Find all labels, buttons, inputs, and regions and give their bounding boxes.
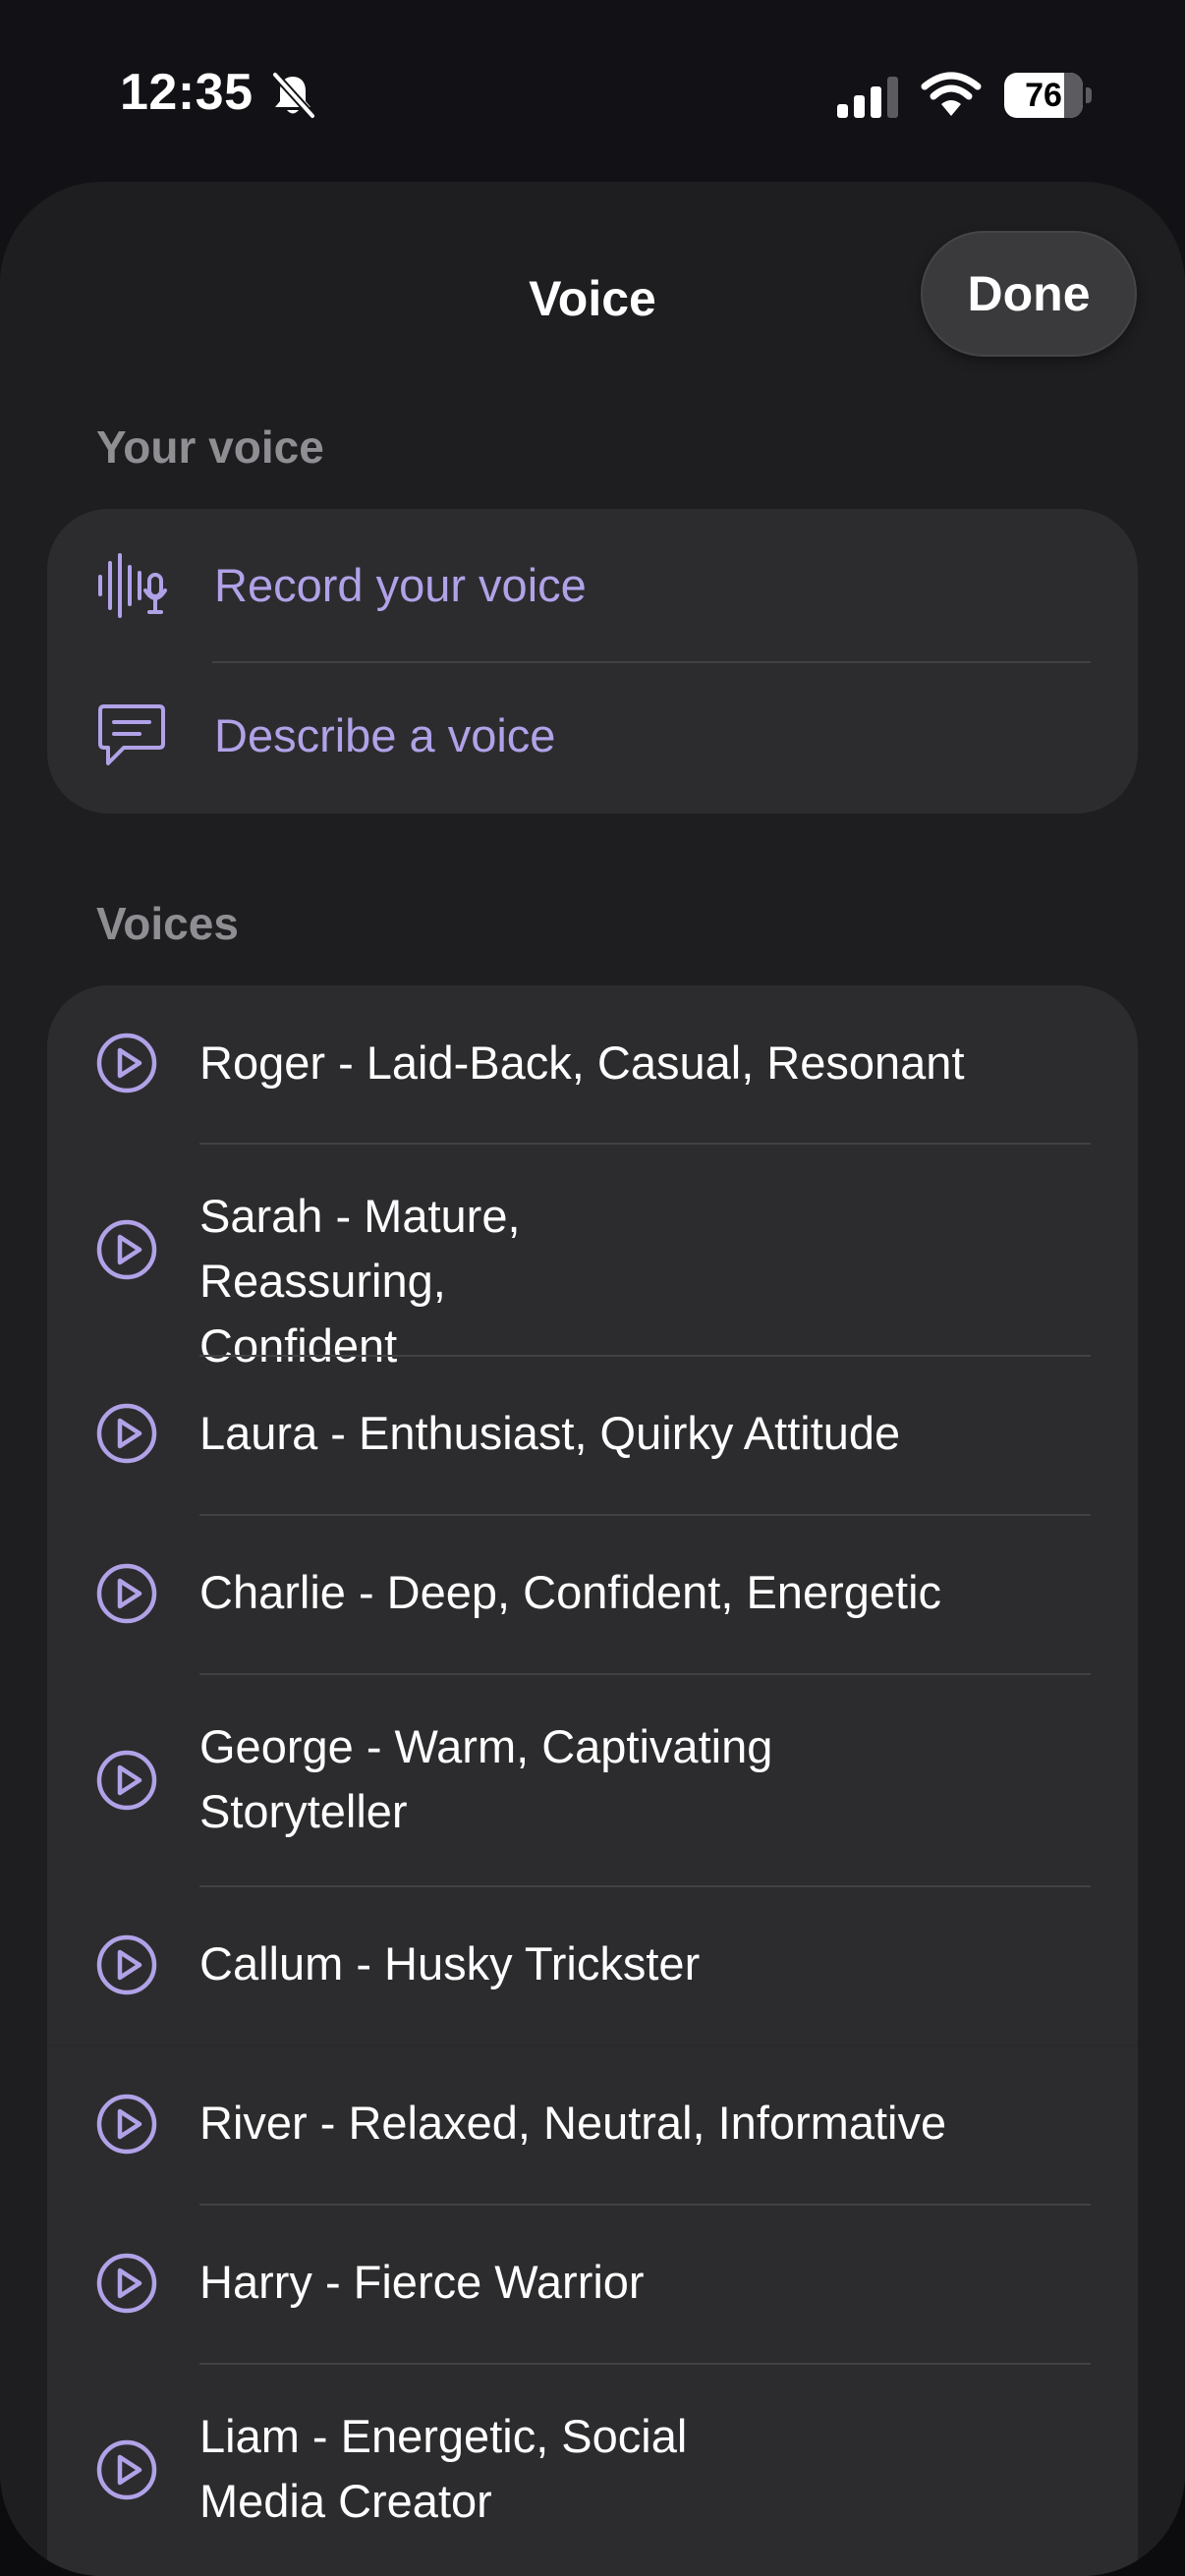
- play-circle-icon[interactable]: [96, 2094, 157, 2155]
- battery-body: 76: [1004, 73, 1083, 118]
- screen: 12:35 76 Voice Done Your voice Record yo…: [0, 0, 1185, 2576]
- play-circle-icon[interactable]: [96, 1403, 157, 1464]
- voice-label: Sarah - Mature, Reassuring, Confident: [199, 1190, 521, 1372]
- voices-header: Voices: [96, 898, 239, 949]
- voice-label: Callum - Husky Trickster: [199, 1937, 701, 1989]
- play-circle-icon[interactable]: [96, 1750, 157, 1811]
- voice-row[interactable]: River - Relaxed, Neutral, Informative: [47, 2046, 1138, 2204]
- record-voice-row[interactable]: Record your voice: [47, 509, 1138, 661]
- play-circle-icon[interactable]: [96, 2253, 157, 2314]
- voice-label: George - Warm, Captivating Storyteller: [199, 1720, 773, 1837]
- voice-row[interactable]: Liam - Energetic, Social Media Creator: [47, 2365, 1138, 2575]
- bell-slash-icon: [271, 71, 316, 120]
- play-circle-icon[interactable]: [96, 1033, 157, 1093]
- play-circle-icon[interactable]: [96, 1934, 157, 1995]
- voice-label: Laura - Enthusiast, Quirky Attitude: [199, 1407, 901, 1459]
- describe-voice-label: Describe a voice: [214, 709, 556, 761]
- cellular-signal-icon: [837, 77, 898, 118]
- describe-voice-row[interactable]: Describe a voice: [47, 663, 1138, 813]
- record-voice-label: Record your voice: [214, 559, 587, 611]
- your-voice-group: Record your voice Describe a voice: [47, 509, 1138, 813]
- voice-row[interactable]: Charlie - Deep, Confident, Energetic: [47, 1516, 1138, 1673]
- battery-percent: 76: [1025, 77, 1062, 114]
- status-time: 12:35: [120, 64, 254, 121]
- play-circle-icon[interactable]: [96, 2439, 157, 2500]
- voice-label: River - Relaxed, Neutral, Informative: [199, 2097, 947, 2149]
- voice-label: Harry - Fierce Warrior: [199, 2256, 645, 2308]
- voice-row[interactable]: Callum - Husky Trickster: [47, 1887, 1138, 2044]
- voice-row[interactable]: Harry - Fierce Warrior: [47, 2206, 1138, 2363]
- wifi-icon: [921, 72, 982, 116]
- voice-row[interactable]: Laura - Enthusiast, Quirky Attitude: [47, 1357, 1138, 1514]
- play-circle-icon[interactable]: [96, 1563, 157, 1624]
- done-button[interactable]: Done: [921, 231, 1137, 357]
- speech-bubble-icon: [98, 704, 165, 765]
- voice-sheet: Voice Done Your voice Record your voice …: [0, 182, 1185, 2576]
- battery-indicator: 76: [1004, 73, 1092, 118]
- waveform-mic-icon: [98, 553, 167, 618]
- voice-row[interactable]: Roger - Laid-Back, Casual, Resonant: [47, 985, 1138, 1143]
- voice-row[interactable]: George - Warm, Captivating Storyteller: [47, 1675, 1138, 1885]
- play-circle-icon[interactable]: [96, 1219, 157, 1280]
- status-bar: 12:35 76: [0, 0, 1185, 182]
- voice-label: Liam - Energetic, Social Media Creator: [199, 2410, 688, 2527]
- voice-label: Charlie - Deep, Confident, Energetic: [199, 1566, 942, 1618]
- voice-row[interactable]: Sarah - Mature, Reassuring, Confident: [47, 1145, 1138, 1372]
- your-voice-header: Your voice: [96, 421, 324, 473]
- voice-label: Roger - Laid-Back, Casual, Resonant: [199, 1036, 965, 1089]
- battery-tip: [1086, 87, 1092, 103]
- voices-list: Roger - Laid-Back, Casual, Resonant Sara…: [47, 985, 1138, 2576]
